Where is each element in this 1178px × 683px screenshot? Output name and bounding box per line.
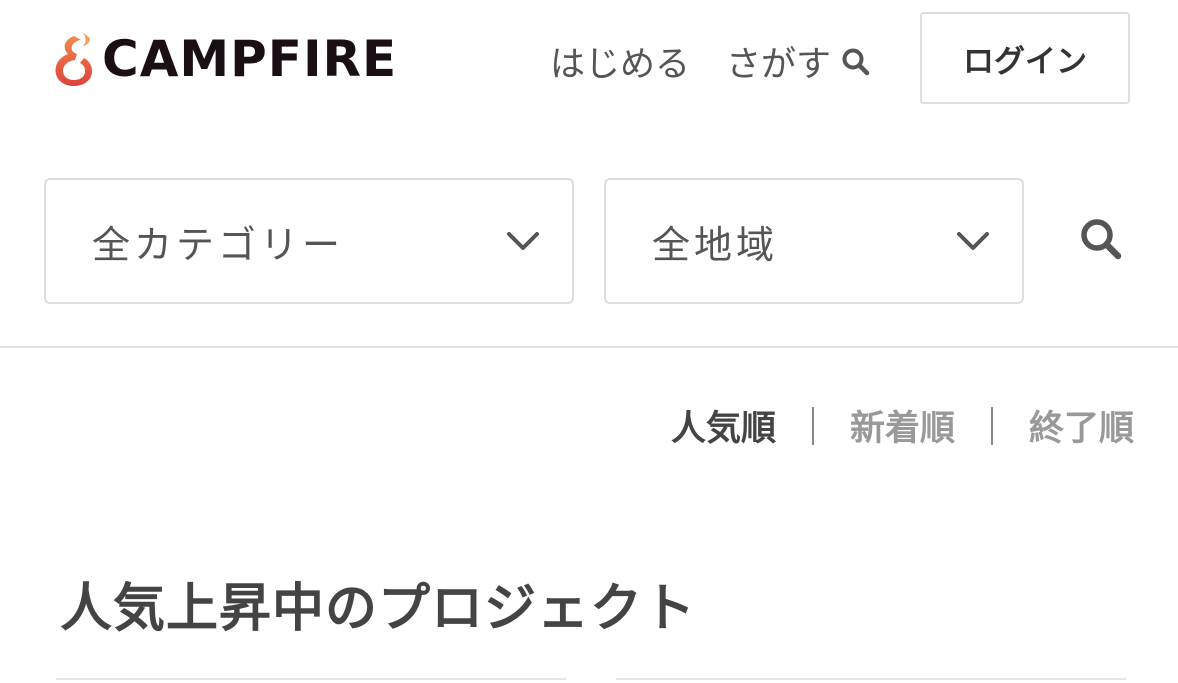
header-nav: はじめる さがす <box>550 36 871 87</box>
nav-start-link[interactable]: はじめる <box>550 36 690 87</box>
sort-popular[interactable]: 人気順 <box>671 400 776 451</box>
nav-search-label: さがす <box>726 45 832 85</box>
area-select-value: 全地域 <box>652 222 779 267</box>
campfire-logo[interactable]: CAMPFIRE <box>50 30 397 88</box>
project-card[interactable] <box>56 678 566 683</box>
chevron-down-icon <box>957 232 989 250</box>
chevron-down-icon <box>507 232 539 250</box>
campfire-flame-icon <box>55 32 92 86</box>
search-icon <box>842 48 870 75</box>
category-select[interactable]: 全カテゴリー <box>44 178 574 304</box>
sort-ending[interactable]: 終了順 <box>1029 400 1134 451</box>
search-icon <box>1081 219 1122 260</box>
area-select[interactable]: 全地域 <box>604 178 1024 304</box>
sort-separator <box>990 406 993 445</box>
sort-tabs: 人気順 新着順 終了順 <box>671 400 1134 451</box>
section-divider <box>0 346 1178 348</box>
category-select-value: 全カテゴリー <box>92 222 345 267</box>
login-button[interactable]: ログイン <box>920 12 1130 104</box>
site-header: CAMPFIRE はじめる さがす ログイン <box>0 0 1178 120</box>
nav-search-link[interactable]: さがす <box>726 36 871 87</box>
project-card[interactable] <box>616 678 1126 683</box>
filter-search-button[interactable] <box>1072 210 1130 268</box>
sort-newest[interactable]: 新着順 <box>850 400 955 451</box>
sort-separator <box>811 406 814 445</box>
section-title: 人気上昇中のプロジェクト <box>60 579 697 639</box>
logo-wordmark: CAMPFIRE <box>102 30 398 88</box>
